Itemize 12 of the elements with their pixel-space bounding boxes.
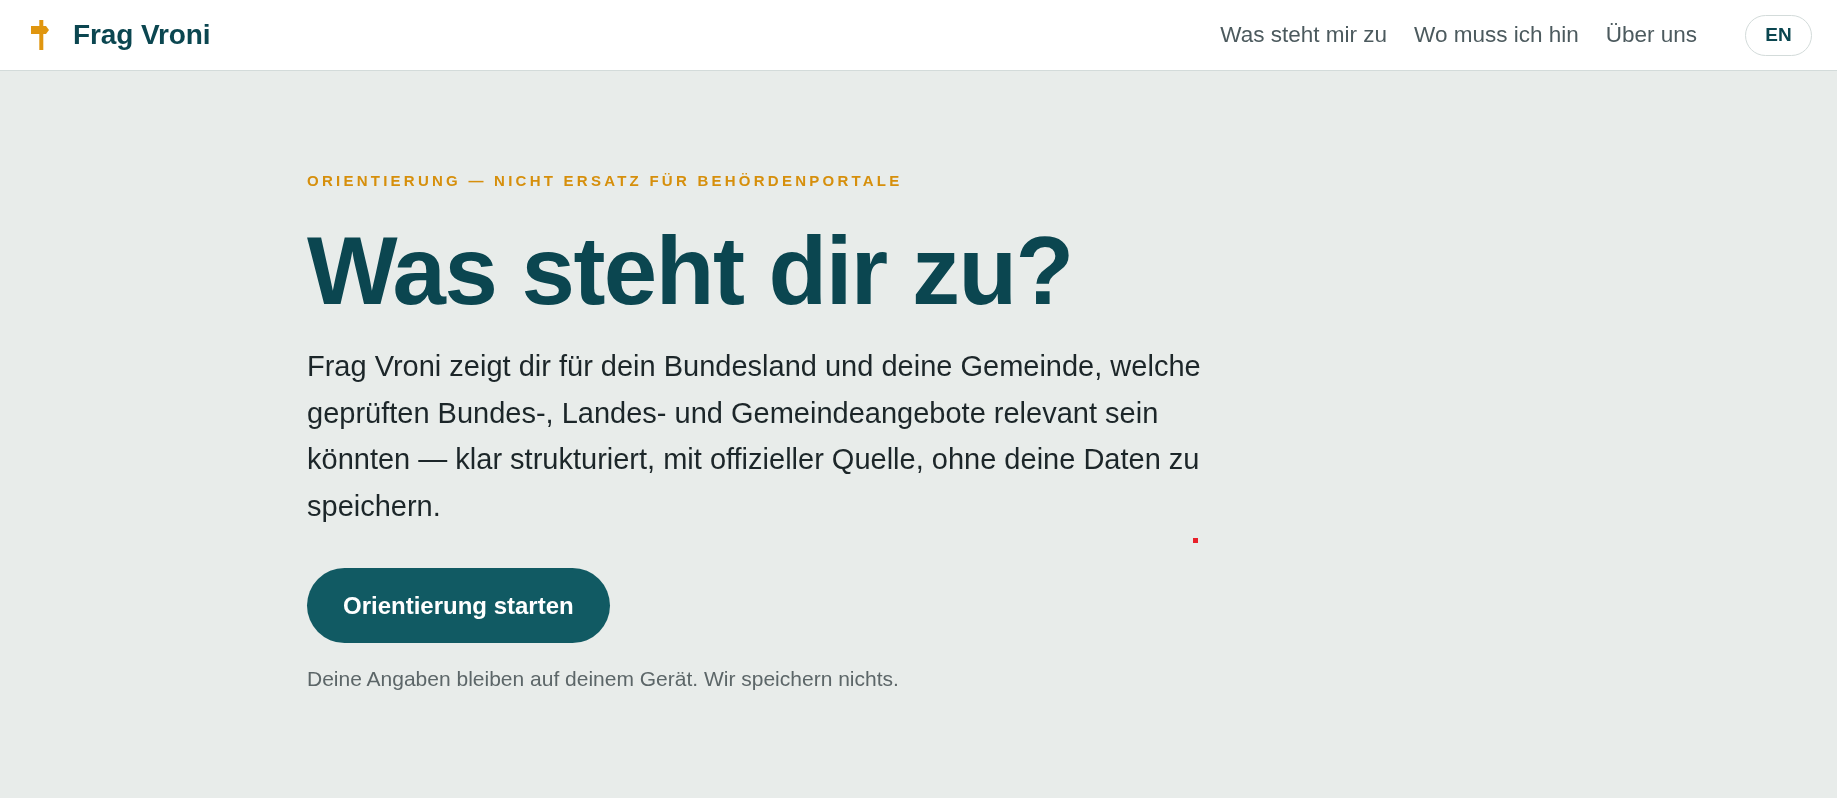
home-link[interactable]: Frag Vroni	[31, 19, 211, 51]
hero-title: Was steht dir zu?	[307, 223, 1073, 319]
start-button[interactable]: Orientierung starten	[307, 568, 610, 643]
intro-paragraph: Frag Vroni zeigt dir für dein Bundesland und deine Gemeinde, welche geprüften Bundes-, Landes- und Gemeindeangebote relevant sein könnten — klar strukturiert, mit offizieller Quelle, ohne deine Daten zu speichern.	[307, 349, 1202, 524]
brand-name: Frag Vroni	[73, 19, 211, 51]
nav-link[interactable]: Über uns	[1605, 22, 1697, 48]
eyebrow-text: ORIENTIERUNG — NICHT ERSATZ FÜR BEHÖRDENPORTALE	[307, 171, 903, 191]
signpost-icon	[31, 19, 49, 50]
language-button[interactable]: EN	[1745, 14, 1812, 56]
nav-link[interactable]: Wo muss ich hin	[1414, 22, 1579, 48]
privacy-note: Deine Angaben bleiben auf deinem Gerät. Wir speichern nichts.	[307, 666, 899, 692]
nav-link[interactable]: Was steht mir zu	[1220, 22, 1388, 48]
